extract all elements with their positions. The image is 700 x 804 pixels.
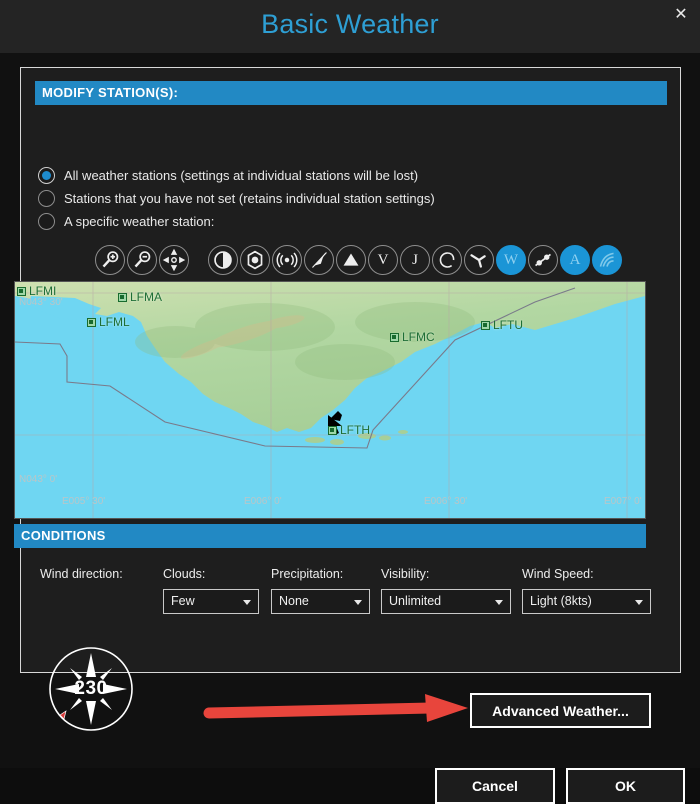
- visibility-value: Unlimited: [389, 594, 442, 608]
- ok-button[interactable]: OK: [566, 768, 685, 804]
- weather-w-icon[interactable]: W: [496, 245, 526, 275]
- airmass-a-icon[interactable]: A: [560, 245, 590, 275]
- radio-all-weather-stations[interactable]: All weather stations (settings at indivi…: [38, 164, 418, 186]
- tool-glyph: W: [503, 251, 519, 268]
- wind-direction-dial[interactable]: 230: [47, 645, 135, 733]
- clouds-value: Few: [171, 594, 195, 608]
- tool-glyph: V: [377, 251, 389, 268]
- letter-j-icon[interactable]: J: [400, 245, 430, 275]
- advanced-weather-button[interactable]: Advanced Weather...: [470, 693, 651, 728]
- chevron-down-icon: [243, 600, 251, 605]
- chevron-down-icon: [495, 600, 503, 605]
- precipitation-value: None: [279, 594, 309, 608]
- precipitation-select[interactable]: None: [271, 589, 370, 614]
- tool-glyph: A: [569, 251, 581, 268]
- zoom-out-icon[interactable]: [127, 245, 157, 275]
- station-map[interactable]: LFMI LFMA LFML LFMC LFTU LFTH N043° 30' …: [14, 281, 646, 519]
- precipitation-label: Precipitation:: [271, 567, 344, 581]
- radio-specific-station[interactable]: A specific weather station:: [38, 210, 214, 232]
- chevron-down-icon: [354, 600, 362, 605]
- map-canvas: [15, 282, 645, 518]
- front-line-icon[interactable]: [528, 245, 558, 275]
- wind-barb-icon[interactable]: [464, 245, 494, 275]
- wind-speed-value: Light (8kts): [530, 594, 592, 608]
- conditions-header: CONDITIONS: [14, 524, 646, 548]
- close-icon[interactable]: ✕: [669, 4, 693, 26]
- contrast-icon[interactable]: [208, 245, 238, 275]
- pan-center-icon[interactable]: [159, 245, 189, 275]
- wind-speed-label: Wind Speed:: [522, 567, 594, 581]
- wind-direction-label: Wind direction:: [40, 567, 123, 581]
- compass-rose-icon: [49, 647, 133, 731]
- clouds-label: Clouds:: [163, 567, 206, 581]
- wind-speed-select[interactable]: Light (8kts): [522, 589, 651, 614]
- runway-icon[interactable]: [304, 245, 334, 275]
- clouds-select[interactable]: Few: [163, 589, 259, 614]
- radio-label: Stations that you have not set (retains …: [64, 190, 435, 206]
- tool-glyph: J: [412, 251, 418, 268]
- radio-indicator: [38, 212, 55, 230]
- radar-waves-icon[interactable]: [272, 245, 302, 275]
- dialog-title-bar: Basic Weather ✕: [0, 0, 700, 53]
- visibility-select[interactable]: Unlimited: [381, 589, 511, 614]
- radio-stations-not-set[interactable]: Stations that you have not set (retains …: [38, 187, 435, 209]
- triangle-icon[interactable]: [336, 245, 366, 275]
- dialog-body: MODIFY STATION(S): All weather stations …: [0, 53, 700, 804]
- chevron-down-icon: [635, 600, 643, 605]
- cancel-button[interactable]: Cancel: [435, 768, 555, 804]
- isobar-contour-icon[interactable]: [592, 245, 622, 275]
- radio-label: A specific weather station:: [64, 213, 215, 229]
- annotation-arrow: [203, 693, 469, 729]
- modify-stations-header: MODIFY STATION(S):: [35, 81, 667, 105]
- radio-indicator: [38, 189, 55, 207]
- letter-c-icon[interactable]: [432, 245, 462, 275]
- hexagon-dot-icon[interactable]: [240, 245, 270, 275]
- radio-indicator: [38, 166, 55, 184]
- radio-label: All weather stations (settings at indivi…: [64, 167, 419, 183]
- zoom-in-icon[interactable]: [95, 245, 125, 275]
- visibility-label: Visibility:: [381, 567, 430, 581]
- page-title: Basic Weather: [261, 9, 439, 39]
- letter-v-icon[interactable]: V: [368, 245, 398, 275]
